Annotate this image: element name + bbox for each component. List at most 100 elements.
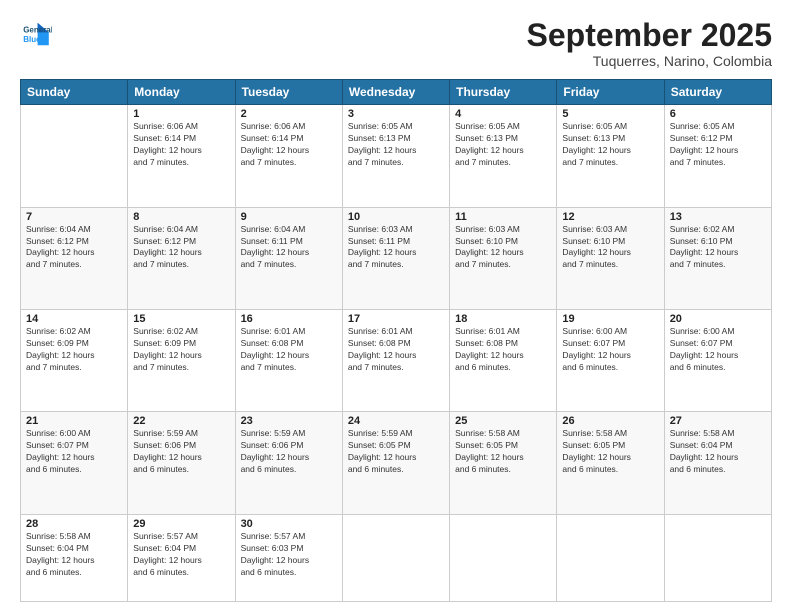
day-number: 7	[26, 211, 122, 223]
week-row-4: 21Sunrise: 6:00 AM Sunset: 6:07 PM Dayli…	[21, 412, 772, 514]
calendar-cell: 13Sunrise: 6:02 AM Sunset: 6:10 PM Dayli…	[664, 207, 771, 309]
calendar-cell: 20Sunrise: 6:00 AM Sunset: 6:07 PM Dayli…	[664, 310, 771, 412]
logo-icon: General Blue	[20, 18, 52, 50]
day-number: 27	[670, 415, 766, 427]
day-number: 2	[241, 108, 337, 120]
calendar-cell: 26Sunrise: 5:58 AM Sunset: 6:05 PM Dayli…	[557, 412, 664, 514]
calendar-cell: 11Sunrise: 6:03 AM Sunset: 6:10 PM Dayli…	[450, 207, 557, 309]
weekday-header-row: SundayMondayTuesdayWednesdayThursdayFrid…	[21, 80, 772, 105]
day-info: Sunrise: 5:58 AM Sunset: 6:05 PM Dayligh…	[562, 428, 658, 476]
calendar-cell: 21Sunrise: 6:00 AM Sunset: 6:07 PM Dayli…	[21, 412, 128, 514]
week-row-2: 7Sunrise: 6:04 AM Sunset: 6:12 PM Daylig…	[21, 207, 772, 309]
calendar-cell: 6Sunrise: 6:05 AM Sunset: 6:12 PM Daylig…	[664, 105, 771, 207]
day-number: 12	[562, 211, 658, 223]
calendar-cell: 23Sunrise: 5:59 AM Sunset: 6:06 PM Dayli…	[235, 412, 342, 514]
day-info: Sunrise: 6:06 AM Sunset: 6:14 PM Dayligh…	[241, 121, 337, 169]
calendar-cell: 16Sunrise: 6:01 AM Sunset: 6:08 PM Dayli…	[235, 310, 342, 412]
calendar-cell	[21, 105, 128, 207]
weekday-header-sunday: Sunday	[21, 80, 128, 105]
calendar-cell: 17Sunrise: 6:01 AM Sunset: 6:08 PM Dayli…	[342, 310, 449, 412]
day-info: Sunrise: 6:05 AM Sunset: 6:13 PM Dayligh…	[455, 121, 551, 169]
day-info: Sunrise: 6:02 AM Sunset: 6:09 PM Dayligh…	[26, 326, 122, 374]
day-number: 4	[455, 108, 551, 120]
day-number: 22	[133, 415, 229, 427]
day-info: Sunrise: 6:04 AM Sunset: 6:11 PM Dayligh…	[241, 224, 337, 272]
day-info: Sunrise: 5:58 AM Sunset: 6:04 PM Dayligh…	[670, 428, 766, 476]
calendar-cell: 4Sunrise: 6:05 AM Sunset: 6:13 PM Daylig…	[450, 105, 557, 207]
calendar-cell: 22Sunrise: 5:59 AM Sunset: 6:06 PM Dayli…	[128, 412, 235, 514]
day-number: 28	[26, 518, 122, 530]
day-info: Sunrise: 5:57 AM Sunset: 6:04 PM Dayligh…	[133, 531, 229, 579]
day-info: Sunrise: 5:59 AM Sunset: 6:06 PM Dayligh…	[241, 428, 337, 476]
calendar-cell: 25Sunrise: 5:58 AM Sunset: 6:05 PM Dayli…	[450, 412, 557, 514]
day-number: 8	[133, 211, 229, 223]
calendar-cell: 24Sunrise: 5:59 AM Sunset: 6:05 PM Dayli…	[342, 412, 449, 514]
day-info: Sunrise: 6:00 AM Sunset: 6:07 PM Dayligh…	[26, 428, 122, 476]
calendar-cell	[557, 514, 664, 601]
calendar-cell: 30Sunrise: 5:57 AM Sunset: 6:03 PM Dayli…	[235, 514, 342, 601]
calendar-cell: 29Sunrise: 5:57 AM Sunset: 6:04 PM Dayli…	[128, 514, 235, 601]
calendar-cell: 18Sunrise: 6:01 AM Sunset: 6:08 PM Dayli…	[450, 310, 557, 412]
day-number: 13	[670, 211, 766, 223]
calendar-cell	[342, 514, 449, 601]
week-row-1: 1Sunrise: 6:06 AM Sunset: 6:14 PM Daylig…	[21, 105, 772, 207]
calendar-cell: 3Sunrise: 6:05 AM Sunset: 6:13 PM Daylig…	[342, 105, 449, 207]
day-info: Sunrise: 6:03 AM Sunset: 6:10 PM Dayligh…	[455, 224, 551, 272]
day-info: Sunrise: 6:06 AM Sunset: 6:14 PM Dayligh…	[133, 121, 229, 169]
calendar-cell: 1Sunrise: 6:06 AM Sunset: 6:14 PM Daylig…	[128, 105, 235, 207]
svg-text:General: General	[23, 25, 52, 34]
calendar-cell: 12Sunrise: 6:03 AM Sunset: 6:10 PM Dayli…	[557, 207, 664, 309]
weekday-header-monday: Monday	[128, 80, 235, 105]
location: Tuquerres, Narino, Colombia	[527, 53, 772, 69]
day-info: Sunrise: 6:05 AM Sunset: 6:13 PM Dayligh…	[562, 121, 658, 169]
day-number: 29	[133, 518, 229, 530]
day-number: 16	[241, 313, 337, 325]
day-info: Sunrise: 5:59 AM Sunset: 6:06 PM Dayligh…	[133, 428, 229, 476]
svg-text:Blue: Blue	[23, 35, 41, 44]
day-info: Sunrise: 5:59 AM Sunset: 6:05 PM Dayligh…	[348, 428, 444, 476]
calendar-cell: 10Sunrise: 6:03 AM Sunset: 6:11 PM Dayli…	[342, 207, 449, 309]
day-number: 17	[348, 313, 444, 325]
day-info: Sunrise: 5:58 AM Sunset: 6:05 PM Dayligh…	[455, 428, 551, 476]
day-info: Sunrise: 6:01 AM Sunset: 6:08 PM Dayligh…	[241, 326, 337, 374]
day-info: Sunrise: 6:00 AM Sunset: 6:07 PM Dayligh…	[562, 326, 658, 374]
day-info: Sunrise: 6:02 AM Sunset: 6:09 PM Dayligh…	[133, 326, 229, 374]
weekday-header-wednesday: Wednesday	[342, 80, 449, 105]
day-number: 3	[348, 108, 444, 120]
day-info: Sunrise: 6:04 AM Sunset: 6:12 PM Dayligh…	[133, 224, 229, 272]
page: General Blue September 2025 Tuquerres, N…	[0, 0, 792, 612]
day-number: 1	[133, 108, 229, 120]
day-number: 6	[670, 108, 766, 120]
weekday-header-friday: Friday	[557, 80, 664, 105]
day-info: Sunrise: 6:01 AM Sunset: 6:08 PM Dayligh…	[455, 326, 551, 374]
day-info: Sunrise: 6:04 AM Sunset: 6:12 PM Dayligh…	[26, 224, 122, 272]
day-number: 10	[348, 211, 444, 223]
day-number: 18	[455, 313, 551, 325]
day-number: 20	[670, 313, 766, 325]
day-number: 23	[241, 415, 337, 427]
day-number: 21	[26, 415, 122, 427]
day-number: 19	[562, 313, 658, 325]
calendar-cell: 7Sunrise: 6:04 AM Sunset: 6:12 PM Daylig…	[21, 207, 128, 309]
day-number: 11	[455, 211, 551, 223]
calendar-cell: 15Sunrise: 6:02 AM Sunset: 6:09 PM Dayli…	[128, 310, 235, 412]
weekday-header-thursday: Thursday	[450, 80, 557, 105]
day-info: Sunrise: 6:03 AM Sunset: 6:11 PM Dayligh…	[348, 224, 444, 272]
day-info: Sunrise: 6:02 AM Sunset: 6:10 PM Dayligh…	[670, 224, 766, 272]
calendar-cell: 2Sunrise: 6:06 AM Sunset: 6:14 PM Daylig…	[235, 105, 342, 207]
day-number: 5	[562, 108, 658, 120]
day-info: Sunrise: 5:57 AM Sunset: 6:03 PM Dayligh…	[241, 531, 337, 579]
calendar-cell	[664, 514, 771, 601]
calendar-cell: 8Sunrise: 6:04 AM Sunset: 6:12 PM Daylig…	[128, 207, 235, 309]
title-block: September 2025 Tuquerres, Narino, Colomb…	[527, 18, 772, 69]
calendar-cell: 9Sunrise: 6:04 AM Sunset: 6:11 PM Daylig…	[235, 207, 342, 309]
day-number: 25	[455, 415, 551, 427]
day-info: Sunrise: 6:03 AM Sunset: 6:10 PM Dayligh…	[562, 224, 658, 272]
calendar-table: SundayMondayTuesdayWednesdayThursdayFrid…	[20, 79, 772, 602]
day-number: 26	[562, 415, 658, 427]
calendar-cell	[450, 514, 557, 601]
day-info: Sunrise: 6:01 AM Sunset: 6:08 PM Dayligh…	[348, 326, 444, 374]
week-row-5: 28Sunrise: 5:58 AM Sunset: 6:04 PM Dayli…	[21, 514, 772, 601]
day-number: 24	[348, 415, 444, 427]
calendar-cell: 28Sunrise: 5:58 AM Sunset: 6:04 PM Dayli…	[21, 514, 128, 601]
